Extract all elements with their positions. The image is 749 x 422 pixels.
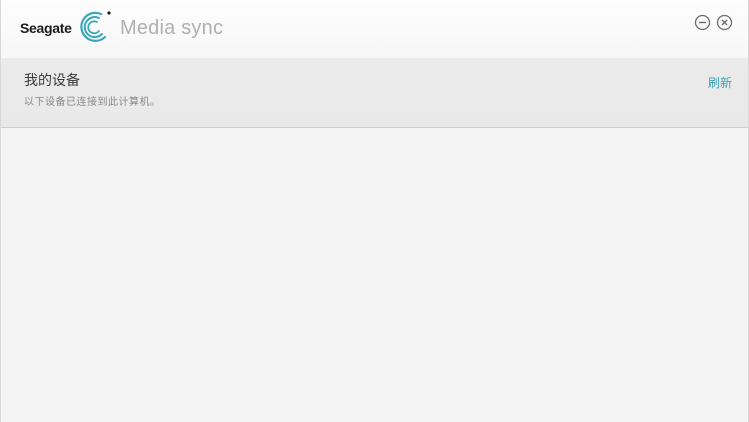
devices-header: 我的设备 以下设备已连接到此计算机。 刷新: [1, 58, 748, 128]
close-icon[interactable]: [716, 14, 733, 31]
title-bar: Seagate Media sync: [1, 0, 748, 58]
brand-name: Seagate: [20, 20, 72, 36]
app-title: Media sync: [120, 17, 224, 39]
device-list-area: [1, 128, 748, 422]
section-title: 我的设备: [24, 73, 80, 89]
minimize-icon[interactable]: [694, 14, 711, 31]
refresh-link[interactable]: 刷新: [708, 74, 732, 91]
section-subtitle: 以下设备已连接到此计算机。: [24, 97, 161, 108]
seagate-logo-icon: [80, 11, 111, 42]
app-window: Seagate Media sync 我的设备 以下设备已连接到此计算机。 刷新: [0, 0, 749, 422]
